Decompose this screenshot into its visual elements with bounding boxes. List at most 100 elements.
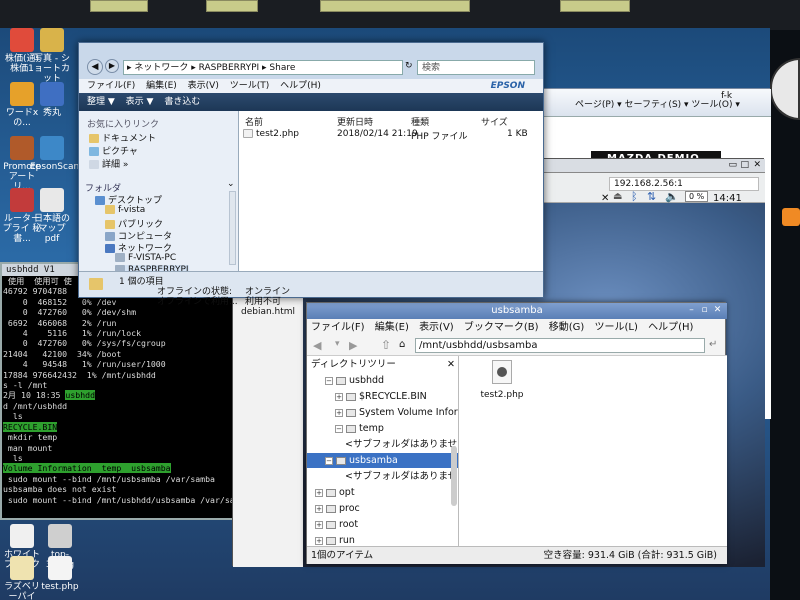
chevron-down-icon[interactable]: ▾	[335, 339, 340, 349]
file-item[interactable]: test2.php	[477, 360, 527, 400]
desktop-icon[interactable]: 秀丸	[30, 82, 74, 118]
refresh-icon[interactable]: ↻	[405, 61, 413, 71]
explorer-title-bar	[79, 43, 543, 57]
eject-icon[interactable]: ⏏	[613, 191, 622, 202]
forward-icon[interactable]: ▶	[105, 59, 119, 73]
volume-icon[interactable]: 🔈	[665, 190, 679, 203]
menu-help[interactable]: ヘルプ(H)	[280, 81, 321, 91]
desktop-icon[interactable]: 日本語のマップ pdf	[30, 188, 74, 244]
terminal-line: 0 472760 0% /dev/shm	[3, 307, 137, 318]
menu-bar: ファイル(F) 編集(E) 表示(V) ツール(T) ヘルプ(H) EPSON	[79, 79, 543, 93]
desktop-icon[interactable]: EpsonScan	[30, 136, 79, 172]
file-list[interactable]: test2.php	[459, 356, 727, 546]
menu-file[interactable]: ファイル(F)	[311, 319, 365, 336]
file-date: 2018/02/14 21:19	[337, 129, 418, 139]
views-button[interactable]: 表示 ▼	[126, 97, 154, 107]
tree-item[interactable]: + root	[307, 517, 458, 532]
favorite-item[interactable]: ドキュメント	[89, 131, 156, 144]
menu-view[interactable]: 表示(V)	[188, 81, 219, 91]
up-icon[interactable]: ⇧	[381, 338, 391, 352]
file-manager-window[interactable]: usbsamba – ▫ ✕ ファイル(F) 編集(E) 表示(V) ブックマー…	[306, 302, 727, 564]
tree-item[interactable]: <サブフォルダはありませ	[307, 437, 458, 452]
table-row[interactable]: test2.php 2018/02/14 21:19 PHP ファイル 1 KB	[243, 128, 539, 142]
clock-gadget[interactable]	[770, 58, 800, 120]
path-input[interactable]: /mnt/usbhdd/usbsamba	[415, 338, 705, 353]
tree-item[interactable]: + run	[307, 533, 458, 546]
organize-button[interactable]: 整理 ▼	[87, 97, 115, 107]
maximize-icon[interactable]: □	[740, 160, 749, 170]
search-input[interactable]: 検索	[417, 60, 535, 75]
desktop-icon[interactable]: test.php	[38, 556, 82, 592]
column-header-size[interactable]: サイズ	[481, 115, 508, 128]
desktop-icon	[95, 196, 105, 205]
column-header-type[interactable]: 種類	[411, 115, 429, 128]
details-pane: 1 個の項目 オフラインの状態: オンライン オフラインで利用... 利用不可	[79, 271, 543, 307]
breadcrumb[interactable]: ▸ ネットワーク ▸ RASPBERRYPI ▸ Share	[123, 60, 403, 75]
menu-bookmarks[interactable]: ブックマーク(B)	[464, 319, 539, 336]
folder-tree-item[interactable]: F-VISTA-PC	[115, 253, 176, 263]
back-icon[interactable]: ◀	[313, 339, 321, 352]
menu-go[interactable]: 移動(G)	[549, 319, 585, 336]
bluetooth-icon[interactable]: ᛒ	[631, 190, 638, 203]
tree-item[interactable]: +System Volume Information	[307, 405, 458, 420]
user-label: f-k	[721, 91, 733, 101]
menu-help[interactable]: ヘルプ(H)	[648, 319, 693, 336]
menu-view[interactable]: 表示(V)	[419, 319, 454, 336]
expand-icon[interactable]: +	[335, 408, 343, 417]
folder-icon	[346, 408, 356, 417]
menu-edit[interactable]: 編集(E)	[146, 81, 177, 91]
menu-tools[interactable]: ツール(T)	[230, 81, 270, 91]
terminal-line: 4 94548 1% /run/user/1000	[3, 359, 166, 370]
folder-icon	[326, 536, 336, 545]
collapse-icon[interactable]: −	[325, 456, 333, 465]
favorite-item[interactable]: ピクチャ	[89, 144, 138, 157]
minimize-icon[interactable]: ▭	[728, 160, 737, 170]
user-folder-icon	[105, 205, 115, 214]
tree-item[interactable]: − usbsamba	[307, 453, 458, 468]
expand-icon[interactable]: +	[335, 392, 343, 401]
tree-item[interactable]: + $RECYCLE.BIN	[307, 389, 458, 404]
collapse-icon[interactable]: −	[335, 424, 343, 433]
go-arrow-icon[interactable]: ↵	[709, 339, 717, 350]
file-list[interactable]: 名前 更新日時 種類 サイズ test2.php 2018/02/14 21:1…	[239, 111, 543, 271]
app-icon	[40, 82, 64, 106]
tree-item[interactable]: + opt	[307, 485, 458, 500]
explorer-window[interactable]: ◀ ▶ ▸ ネットワーク ▸ RASPBERRYPI ▸ Share ↻ 検索 …	[78, 42, 544, 307]
desktop-icon[interactable]: 写真 - ショートカット	[30, 28, 74, 84]
command-bar: 整理 ▼ 表示 ▼ 書き込む	[79, 93, 543, 111]
scrollbar[interactable]	[229, 191, 236, 265]
close-icon[interactable]: ✕	[712, 305, 723, 316]
menu-file[interactable]: ファイル(F)	[87, 81, 135, 91]
menu-edit[interactable]: 編集(E)	[375, 319, 409, 336]
minimize-icon[interactable]: –	[686, 305, 697, 316]
network-icon[interactable]: ⇅	[647, 190, 656, 203]
folder-tree-item[interactable]: f-vista	[105, 205, 145, 215]
maximize-icon[interactable]: ▫	[699, 305, 710, 316]
back-icon[interactable]: ◀	[87, 59, 103, 75]
navigation-pane: お気に入りリンク ドキュメント ピクチャ 詳細 » フォルダ ⌄ デスクトップ …	[79, 111, 239, 275]
file-size: 1 KB	[507, 129, 528, 139]
browser-command-bar[interactable]: ページ(P) ▾ セーフティ(S) ▾ ツール(O) ▾	[575, 97, 740, 110]
column-header-date[interactable]: 更新日時	[337, 115, 373, 128]
home-icon[interactable]: ⌂	[399, 339, 405, 350]
burn-button[interactable]: 書き込む	[164, 97, 200, 107]
tree-item[interactable]: <サブフォルダはありませ	[307, 469, 458, 484]
expand-icon[interactable]: +	[315, 504, 323, 513]
favorite-item[interactable]: 詳細 »	[89, 157, 128, 170]
rss-icon[interactable]	[782, 208, 800, 226]
tree-item[interactable]: − temp	[307, 421, 458, 436]
collapse-icon[interactable]: −	[325, 376, 333, 385]
expand-icon[interactable]: +	[315, 488, 323, 497]
forward-icon[interactable]: ▶	[349, 339, 357, 352]
tree-scrollbar[interactable]	[451, 446, 457, 506]
tree-item[interactable]: − usbhdd	[307, 373, 458, 388]
column-header-name[interactable]: 名前	[245, 115, 263, 128]
close-icon[interactable]: ✕	[447, 357, 455, 372]
close-icon[interactable]: ✕	[753, 160, 761, 170]
expand-icon[interactable]: +	[315, 536, 323, 545]
directory-tree[interactable]: ディレクトリツリー ✕ − usbhdd + $RECYCLE.BIN + System …	[307, 356, 459, 546]
tree-item[interactable]: + proc	[307, 501, 458, 516]
menu-tools[interactable]: ツール(L)	[595, 319, 638, 336]
expand-icon[interactable]: +	[315, 520, 323, 529]
chevron-down-icon[interactable]: ⌄	[227, 179, 235, 189]
